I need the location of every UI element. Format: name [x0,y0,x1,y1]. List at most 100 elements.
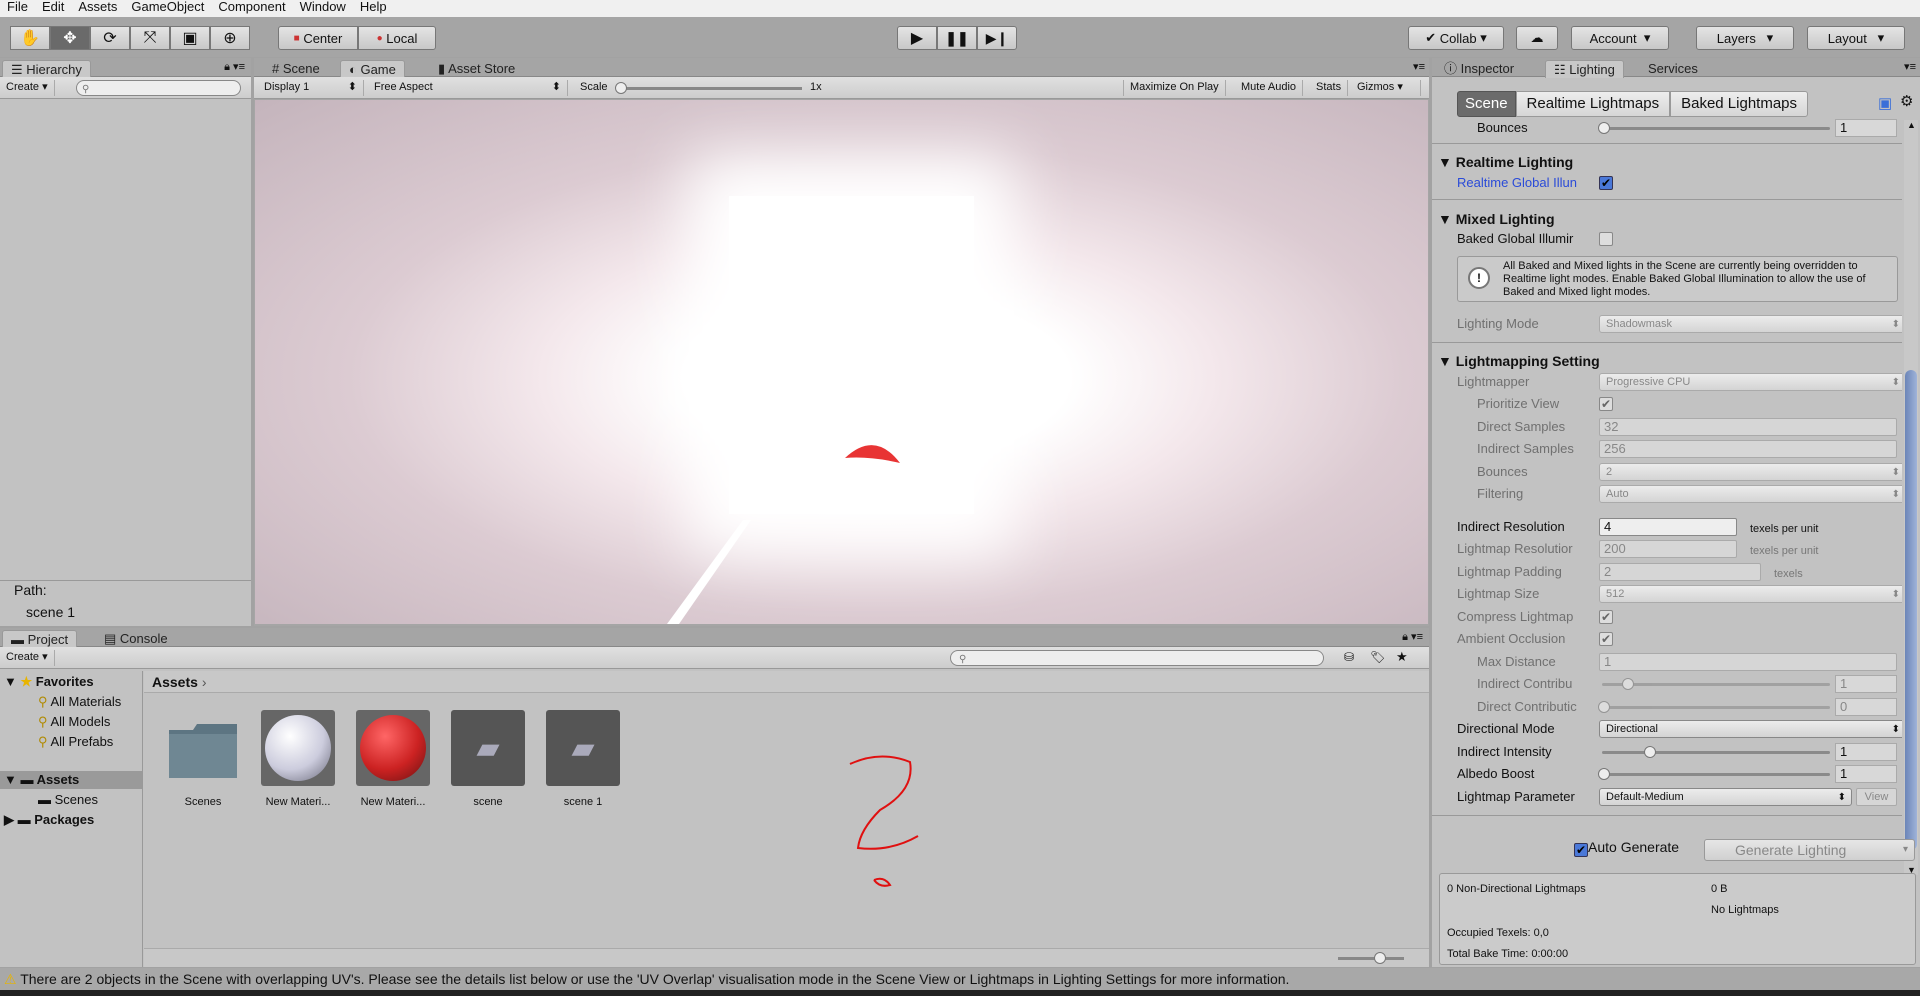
indirect-intensity-field[interactable]: 1 [1835,743,1897,761]
assets-node[interactable]: ▼ ▬ Assets [0,771,142,789]
step-button[interactable]: ▶❙ [977,26,1017,50]
bounces-field[interactable]: 1 [1835,119,1897,137]
ambient-occlusion-checkbox[interactable]: ✔ [1599,632,1613,646]
bounces-slider[interactable] [1598,122,1830,134]
tab-project[interactable]: ▬ Project [2,630,78,648]
maximize-on-play-toggle[interactable]: Maximize On Play [1123,80,1226,96]
auto-generate-toggle[interactable]: ✔ Auto Generate [1574,839,1679,857]
chevron-down-icon[interactable]: ▾ [1903,840,1908,860]
subtab-baked-lightmaps[interactable]: Baked Lightmaps [1670,91,1809,117]
pivot-center-button[interactable]: ■ Center [278,26,358,50]
scenes-node[interactable]: ▬ Scenes [38,791,98,809]
scale-slider[interactable] [615,82,802,94]
scrollbar[interactable]: ▲ ▼ [1904,120,1918,875]
lock-icon[interactable]: 🔒︎ ▾≡ [1402,630,1423,644]
subtab-realtime-lightmaps[interactable]: Realtime Lightmaps [1515,91,1671,117]
view-button[interactable]: View [1856,788,1897,806]
display-dropdown[interactable]: Display 1 ⬍ [258,80,364,96]
aspect-dropdown[interactable]: Free Aspect ⬍ [368,80,568,96]
direct-contribution-slider[interactable] [1598,701,1830,713]
rect-tool-icon[interactable]: ▣ [170,26,210,50]
transform-tool-icon[interactable]: ⊕ [210,26,250,50]
tab-scene[interactable]: # Scene [264,60,328,78]
lightmap-resolution-field[interactable]: 200 [1599,540,1737,558]
asset-scenes-folder[interactable]: Scenes [163,710,243,808]
game-viewport[interactable] [255,100,1428,624]
bounces-dropdown[interactable]: 2 [1599,463,1902,481]
gizmos-dropdown[interactable]: Gizmos ▾ [1351,80,1421,96]
tab-services[interactable]: Services [1640,60,1706,78]
lightmapping-settings-foldout[interactable]: ▼ Lightmapping Setting [1438,351,1600,371]
asset-material-white[interactable]: New Materi... [258,710,338,808]
asset-material-red[interactable]: New Materi... [353,710,433,808]
menu-window[interactable]: Window [293,0,353,17]
lightmap-size-dropdown[interactable]: 512 [1599,585,1902,603]
account-dropdown[interactable]: Account ▾ [1571,26,1669,50]
tab-lighting[interactable]: ☷ Lighting [1545,60,1624,78]
scale-tool-icon[interactable]: ⤧ [130,26,170,50]
collab-dropdown[interactable]: ✔ Collab ▾ [1408,26,1504,50]
indirect-contribution-field[interactable]: 1 [1835,675,1897,693]
label-icon[interactable]: 🏷︎ [1370,650,1385,664]
favorites-node[interactable]: ▼ ★ Favorites [4,673,94,691]
direct-samples-field[interactable]: 32 [1599,418,1897,436]
max-distance-field[interactable]: 1 [1599,653,1897,671]
tab-console[interactable]: ▤ Console [96,630,176,648]
menu-assets[interactable]: Assets [71,0,124,17]
indirect-samples-field[interactable]: 256 [1599,440,1897,458]
panel-menu-icon[interactable]: ▾≡ [1413,60,1425,73]
rotate-tool-icon[interactable]: ⟳ [90,26,130,50]
direct-contribution-field[interactable]: 0 [1835,698,1897,716]
create-dropdown[interactable]: Create ▾ [0,650,55,666]
lightmap-padding-field[interactable]: 2 [1599,563,1761,581]
menu-gameobject[interactable]: GameObject [124,0,211,17]
packages-node[interactable]: ▶ ▬ Packages [4,811,94,829]
lightmapper-dropdown[interactable]: Progressive CPU [1599,373,1902,391]
albedo-boost-field[interactable]: 1 [1835,765,1897,783]
lightmap-parameters-dropdown[interactable]: Default-Medium [1599,788,1852,806]
subtab-scene[interactable]: Scene [1457,91,1516,117]
help-book-icon[interactable]: ▣ [1878,94,1892,112]
lock-icon[interactable]: 🔒︎ ▾≡ [224,60,245,74]
project-search-input[interactable]: ⚲ [950,650,1324,666]
menu-file[interactable]: File [0,0,35,17]
menu-help[interactable]: Help [353,0,394,17]
asset-model-scene[interactable]: ▰ scene [448,710,528,808]
asset-model-scene-1[interactable]: ▰ scene 1 [543,710,623,808]
filter-type-icon[interactable]: ⛁ [1344,650,1354,664]
auto-generate-checkbox[interactable]: ✔ [1574,843,1588,857]
stats-toggle[interactable]: Stats [1310,80,1349,96]
layout-dropdown[interactable]: Layout ▾ [1807,26,1905,50]
fav-all-prefabs[interactable]: ⚲ All Prefabs [38,733,113,751]
generate-lighting-button[interactable]: Generate Lighting ▾ [1704,839,1915,861]
fav-all-materials[interactable]: ⚲ All Materials [38,693,121,711]
compress-lightmaps-checkbox[interactable]: ✔ [1599,610,1613,624]
fav-all-models[interactable]: ⚲ All Models [38,713,110,731]
directional-mode-dropdown[interactable]: Directional [1599,720,1902,738]
filtering-dropdown[interactable]: Auto [1599,485,1902,503]
star-icon[interactable]: ★ [1396,649,1408,665]
icon-size-slider[interactable] [1338,952,1404,964]
mute-audio-toggle[interactable]: Mute Audio [1235,80,1304,96]
realtime-gi-checkbox[interactable]: ✔ [1599,176,1613,190]
status-bar[interactable]: ⚠ There are 2 objects in the Scene with … [0,968,1920,990]
realtime-lighting-foldout[interactable]: ▼ Realtime Lighting [1438,152,1573,172]
indirect-contribution-slider[interactable] [1602,678,1830,690]
breadcrumb-assets[interactable]: Assets [152,674,198,690]
pause-button[interactable]: ❚❚ [937,26,977,50]
tab-hierarchy[interactable]: ☰ Hierarchy [2,60,91,78]
mixed-lighting-foldout[interactable]: ▼ Mixed Lighting [1438,209,1555,229]
scrollbar-thumb[interactable] [1905,370,1917,850]
panel-menu-icon[interactable]: ▾≡ [1904,60,1916,73]
prioritize-view-checkbox[interactable]: ✔ [1599,397,1613,411]
baked-gi-checkbox[interactable] [1599,232,1613,246]
tab-asset-store[interactable]: ▮ Asset Store [430,60,523,78]
play-button[interactable]: ▶ [897,26,937,50]
tab-inspector[interactable]: ⓘ Inspector [1436,60,1522,78]
gear-icon[interactable]: ⚙ [1900,92,1913,110]
menu-component[interactable]: Component [211,0,292,17]
create-dropdown[interactable]: Create ▾ [0,80,55,96]
tab-game[interactable]: ◐ Game [340,60,405,78]
indirect-resolution-field[interactable]: 4 [1599,518,1737,536]
menu-edit[interactable]: Edit [35,0,71,17]
